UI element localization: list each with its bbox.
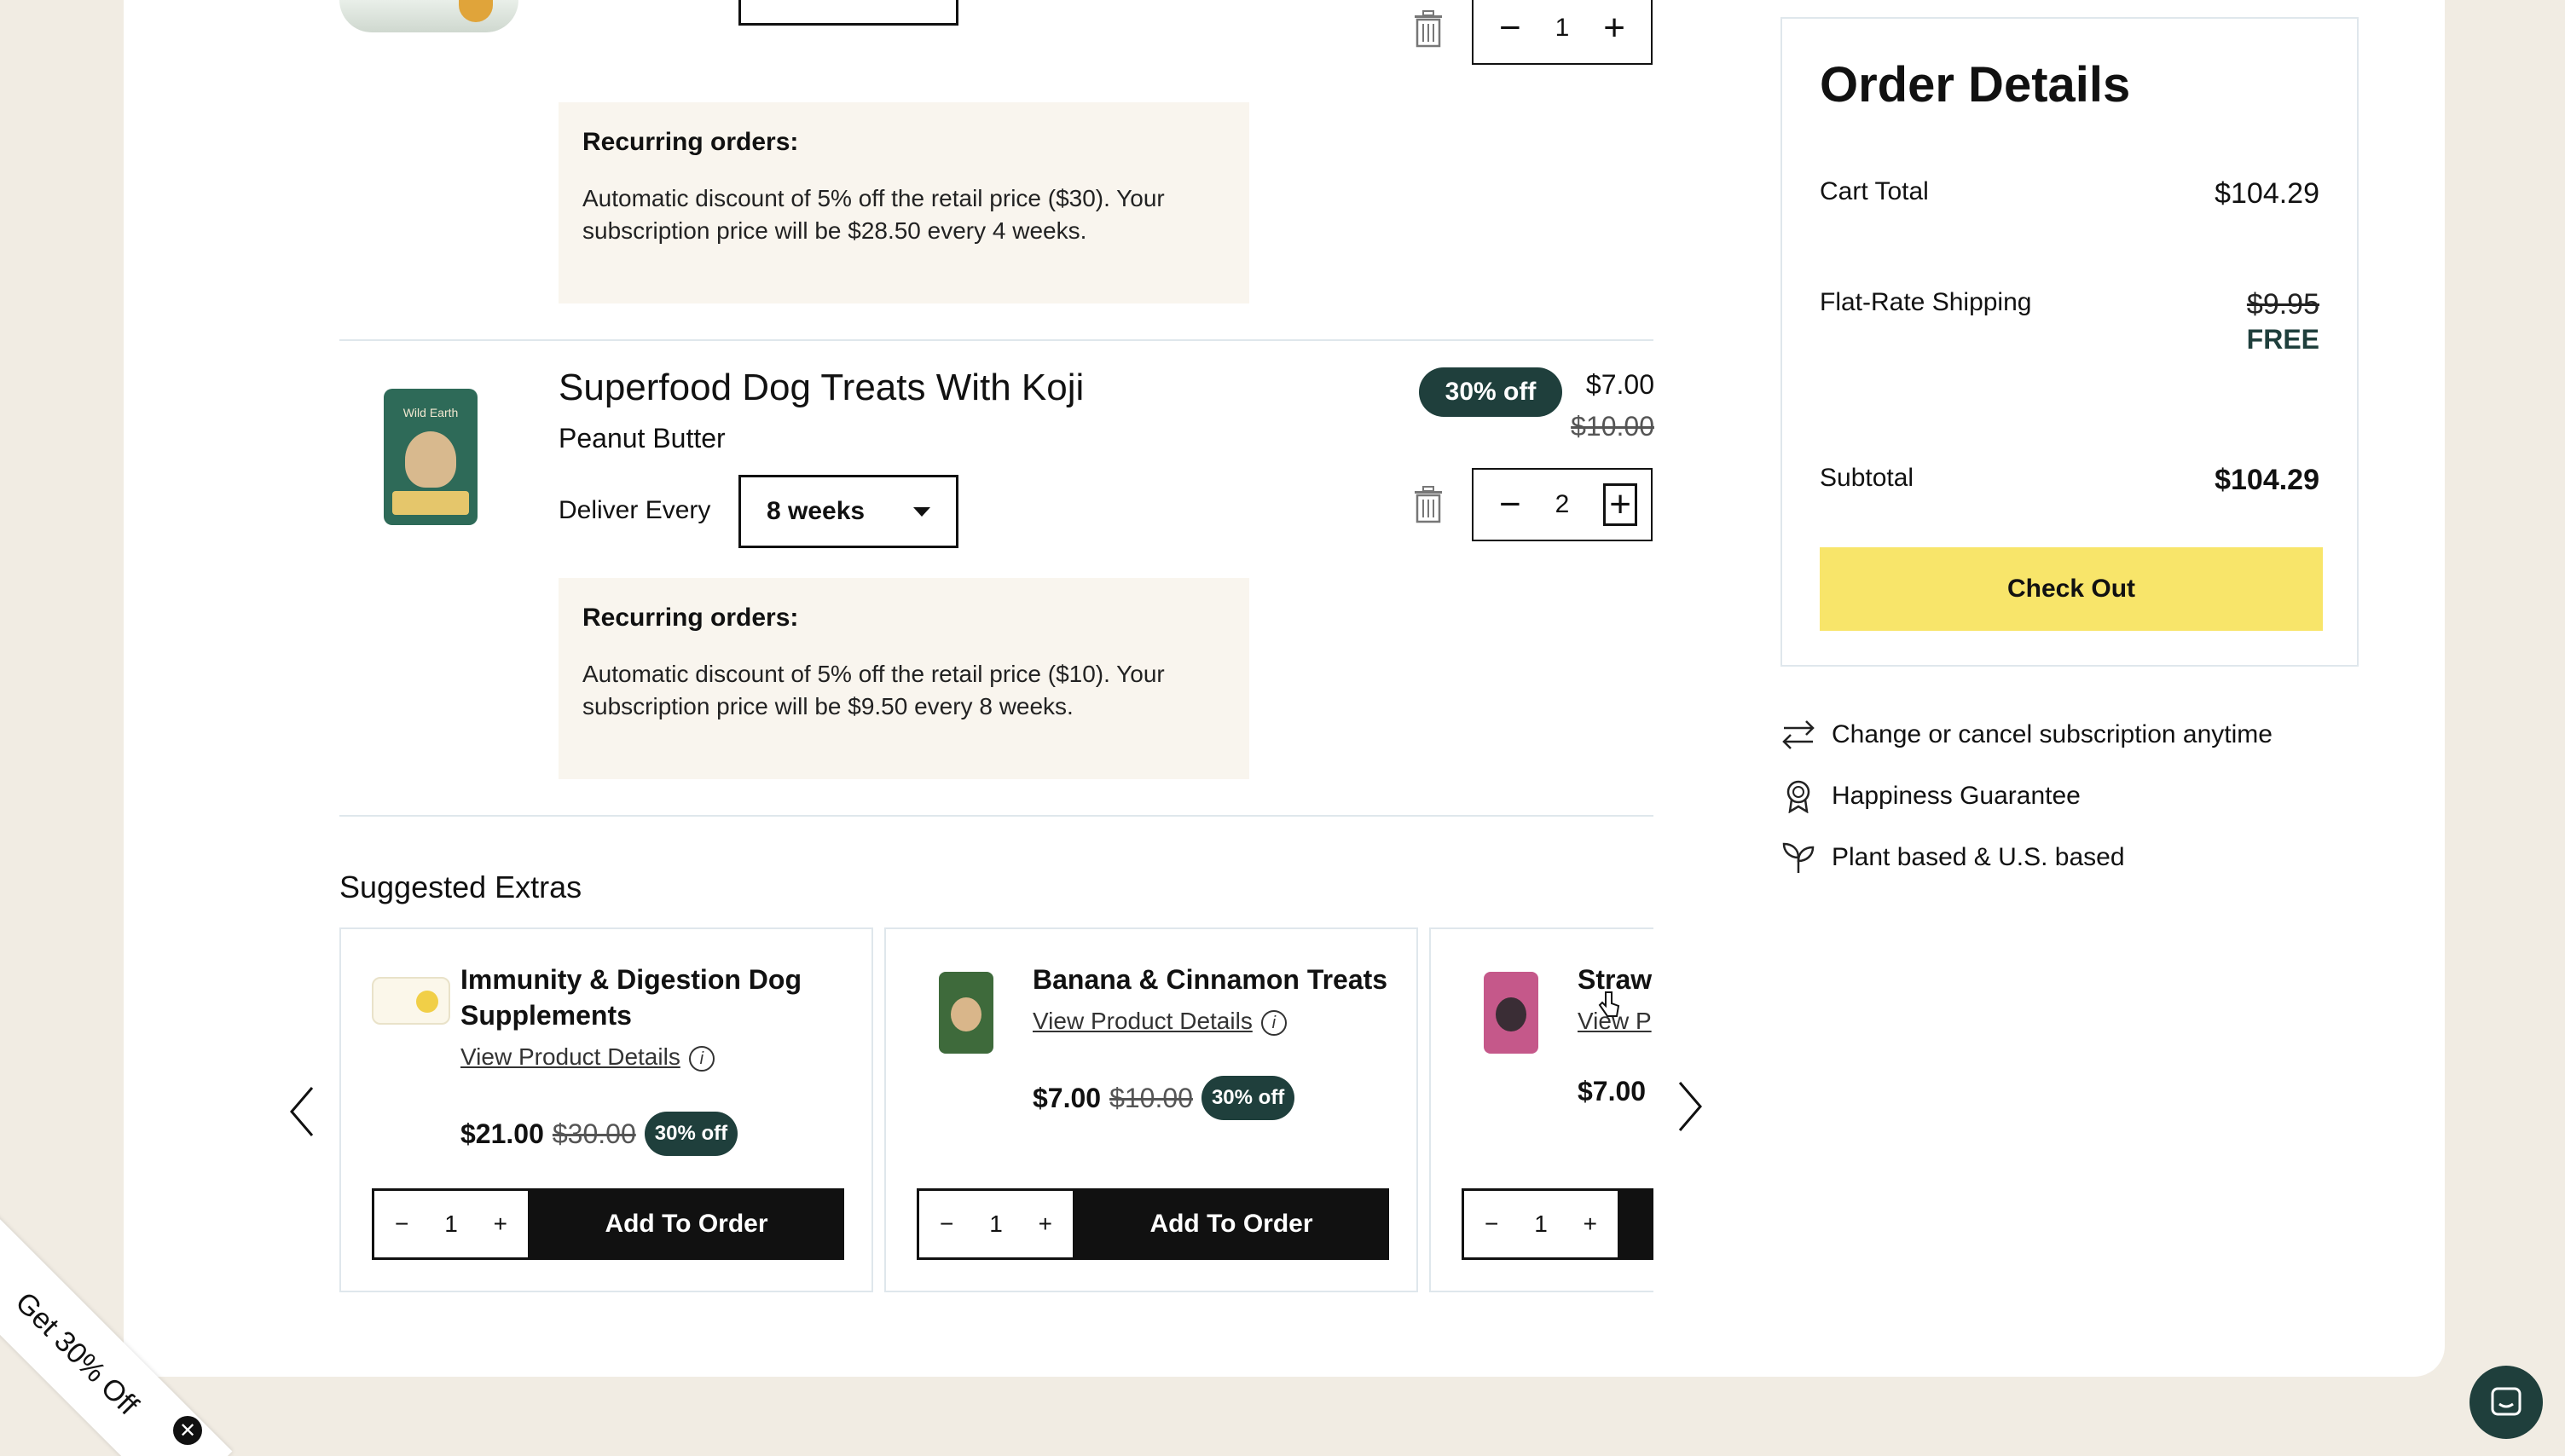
carousel-next-icon[interactable]	[1675, 1079, 1705, 1134]
extra-card: Immunity & Digestion Dog Supplements Vie…	[339, 927, 873, 1292]
chat-launcher-button[interactable]	[2469, 1366, 2543, 1439]
quantity-value: 1	[1534, 1210, 1548, 1237]
add-to-order-button[interactable]	[1618, 1188, 1653, 1260]
chat-icon	[2491, 1387, 2522, 1416]
discount-badge: 30% off	[1201, 1076, 1295, 1120]
close-promo-icon[interactable]: ✕	[173, 1416, 202, 1445]
extra-price-row: $7.00 $10.00 30% off	[1033, 1076, 1295, 1120]
info-icon[interactable]: i	[1260, 1009, 1287, 1036]
info-icon[interactable]: i	[688, 1045, 715, 1072]
product-image	[372, 977, 450, 1025]
extra-card: Straw View P $7.00 − 1 +	[1429, 927, 1653, 1292]
perk-text: Plant based & U.S. based	[1832, 843, 2125, 871]
add-to-order-button[interactable]: Add To Order	[1074, 1188, 1389, 1260]
plus-icon[interactable]: +	[494, 1210, 507, 1238]
hand-cursor-icon	[1598, 991, 1620, 1017]
checkout-button[interactable]: Check Out	[1820, 547, 2323, 631]
shipping-label: Flat-Rate Shipping	[1820, 288, 2032, 316]
plus-icon[interactable]: +	[1039, 1210, 1052, 1238]
perk-guarantee: Happiness Guarantee	[1780, 779, 2081, 813]
perk-text: Change or cancel subscription anytime	[1832, 720, 2273, 748]
extra-card: Banana & Cinnamon Treats View Product De…	[884, 927, 1418, 1292]
add-to-order-button[interactable]: Add To Order	[529, 1188, 844, 1260]
extra-old-price: $10.00	[1109, 1082, 1193, 1113]
extra-price: $7.00	[1033, 1082, 1102, 1113]
perk-plant-based: Plant based & U.S. based	[1780, 841, 2125, 875]
quantity-value: 1	[989, 1210, 1003, 1237]
extra-price-row: $7.00	[1578, 1076, 1646, 1107]
cart-total-value: $104.29	[2215, 177, 2319, 210]
product-image	[1484, 972, 1538, 1054]
perk-text: Happiness Guarantee	[1832, 782, 2081, 810]
extra-old-price: $30.00	[552, 1118, 636, 1149]
view-details-link[interactable]: View Product Details i	[460, 1043, 715, 1072]
product-image	[939, 972, 993, 1054]
extra-quantity-stepper[interactable]: − 1 +	[1462, 1188, 1620, 1260]
view-details-link[interactable]: View Product Details i	[1033, 1008, 1287, 1036]
extra-name[interactable]: Banana & Cinnamon Treats	[1033, 962, 1416, 997]
minus-icon[interactable]: −	[395, 1210, 408, 1238]
extra-price: $7.00	[1578, 1076, 1647, 1106]
order-title: Order Details	[1820, 57, 2131, 113]
minus-icon[interactable]: −	[1485, 1210, 1498, 1238]
subtotal-value: $104.29	[2215, 464, 2319, 496]
extras-carousel: Immunity & Digestion Dog Supplements Vie…	[339, 0, 1653, 1456]
extra-quantity-stepper[interactable]: − 1 +	[917, 1188, 1075, 1260]
order-details-panel: Order Details Cart Total $104.29 Flat-Ra…	[1780, 17, 2359, 667]
subtotal-label: Subtotal	[1820, 464, 1914, 492]
cart-total-label: Cart Total	[1820, 177, 1929, 205]
extra-price: $21.00	[460, 1118, 544, 1149]
award-ribbon-icon	[1786, 780, 1810, 813]
discount-badge: 30% off	[644, 1112, 738, 1156]
shipping-old-price: $9.95	[2246, 288, 2319, 321]
swap-arrows-icon	[1782, 720, 1815, 749]
extra-quantity-stepper[interactable]: − 1 +	[372, 1188, 530, 1260]
carousel-prev-icon[interactable]	[287, 1084, 317, 1139]
minus-icon[interactable]: −	[940, 1210, 953, 1238]
quantity-value: 1	[444, 1210, 458, 1237]
plus-icon[interactable]: +	[1584, 1210, 1597, 1238]
perk-subscription: Change or cancel subscription anytime	[1780, 718, 2273, 752]
extra-name[interactable]: Immunity & Digestion Dog Supplements	[460, 962, 853, 1033]
shipping-free: FREE	[2246, 324, 2319, 355]
plant-leaf-icon	[1782, 842, 1815, 873]
extra-price-row: $21.00 $30.00 30% off	[460, 1112, 738, 1156]
